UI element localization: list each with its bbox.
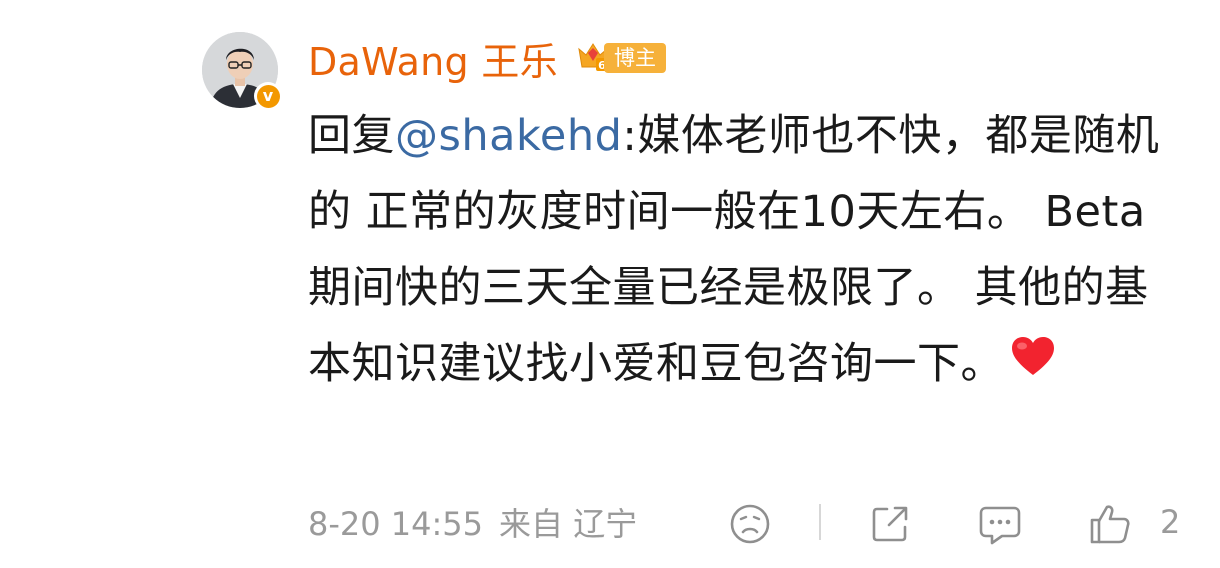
post-datetime: 8-20 14:55	[308, 505, 484, 543]
mention-link[interactable]: @shakehd	[395, 111, 622, 161]
blogger-tag: 博主	[603, 43, 666, 73]
reply-prefix: 回复	[308, 111, 395, 161]
post-header: DaWang 王乐 6 博主	[308, 32, 666, 84]
verified-v-icon: v	[256, 84, 280, 108]
emoji-reaction-button[interactable]	[728, 502, 772, 546]
post-footer: 8-20 14:55 来自 辽宁 2	[308, 498, 1188, 546]
emoji-reaction-icon	[730, 504, 770, 544]
comment-icon	[979, 506, 1021, 545]
like-button[interactable]	[1088, 502, 1132, 546]
footer-divider	[819, 504, 821, 540]
post-meta: 8-20 14:55 来自 辽宁	[308, 499, 637, 545]
avatar[interactable]: v	[202, 32, 282, 110]
post-content: 回复@shakehd:媒体老师也不快，都是随机的 正常的灰度时间一般在10天左右…	[308, 98, 1188, 405]
share-icon	[872, 506, 908, 542]
share-button[interactable]	[868, 502, 912, 546]
blogger-badge[interactable]: 6 博主	[576, 41, 666, 75]
like-count: 2	[1160, 503, 1181, 541]
heart-emoji-icon	[1010, 325, 1056, 401]
post-location: 来自 辽宁	[499, 505, 638, 543]
verified-badge: v	[254, 82, 282, 110]
comment-button[interactable]	[978, 502, 1022, 546]
username[interactable]: DaWang 王乐	[308, 31, 558, 86]
thumbs-up-icon	[1090, 505, 1130, 544]
